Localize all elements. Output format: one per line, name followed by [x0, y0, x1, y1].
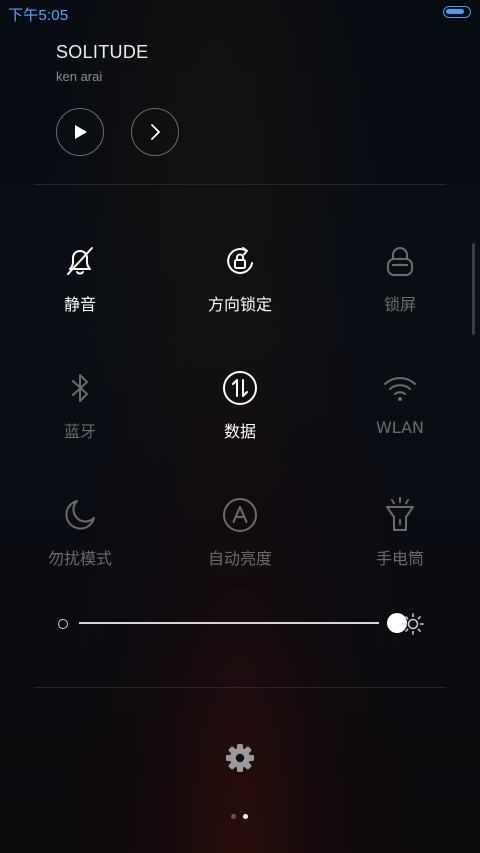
- flashlight-icon: [386, 497, 414, 531]
- moon-icon: [65, 500, 95, 530]
- mobile-data-icon: [223, 371, 257, 405]
- toggle-mute[interactable]: 静音: [0, 243, 160, 353]
- toggle-label: 手电筒: [375, 549, 424, 568]
- bell-off-icon: [67, 247, 93, 275]
- divider-bottom: [34, 687, 446, 688]
- brightness-slider[interactable]: [79, 622, 379, 624]
- page-dot-1: [231, 814, 236, 819]
- status-bar: 下午5:05: [0, 0, 480, 26]
- play-icon: [75, 125, 87, 139]
- toggle-label: 自动亮度: [207, 549, 272, 568]
- toggle-rotation-lock[interactable]: 方向锁定: [160, 243, 320, 353]
- music-widget: SOLITUDE ken arai: [56, 42, 436, 84]
- toggle-auto-brightness[interactable]: 自动亮度: [160, 497, 320, 607]
- toggle-label: 锁屏: [383, 295, 416, 314]
- bluetooth-icon: [72, 374, 88, 402]
- status-time: 下午5:05: [8, 7, 69, 24]
- next-button[interactable]: [131, 108, 179, 156]
- toggle-label: 蓝牙: [63, 422, 96, 441]
- toggle-flashlight[interactable]: 手电筒: [320, 497, 480, 607]
- toggle-label: 数据: [223, 422, 256, 441]
- wifi-icon: [384, 377, 416, 401]
- toggle-label: WLAN: [375, 418, 424, 437]
- toggle-label: 勿扰模式: [47, 549, 112, 568]
- song-artist: ken arai: [56, 69, 103, 84]
- toggle-do-not-disturb[interactable]: 勿扰模式: [0, 497, 160, 607]
- song-title: SOLITUDE: [56, 42, 149, 62]
- battery-icon: [443, 6, 471, 18]
- toggle-lock-screen[interactable]: 锁屏: [320, 243, 480, 353]
- scrollbar[interactable]: [472, 243, 475, 335]
- auto-brightness-icon: [223, 498, 257, 532]
- gear-icon[interactable]: [224, 742, 256, 774]
- toggle-bluetooth[interactable]: 蓝牙: [0, 370, 160, 480]
- play-button[interactable]: [56, 108, 104, 156]
- toggle-label: 方向锁定: [207, 295, 272, 314]
- toggle-wlan[interactable]: WLAN: [320, 370, 480, 480]
- divider-top: [34, 184, 446, 185]
- toggle-label: 静音: [63, 295, 96, 314]
- page-dot-2: [243, 814, 248, 819]
- brightness-low-icon: [58, 619, 68, 629]
- rotation-lock-icon: [227, 247, 253, 274]
- brightness-high-icon: [402, 613, 424, 635]
- battery-level: [446, 9, 464, 14]
- chevron-right-icon: [151, 124, 160, 140]
- toggle-data[interactable]: 数据: [160, 370, 320, 480]
- lock-icon: [387, 247, 413, 276]
